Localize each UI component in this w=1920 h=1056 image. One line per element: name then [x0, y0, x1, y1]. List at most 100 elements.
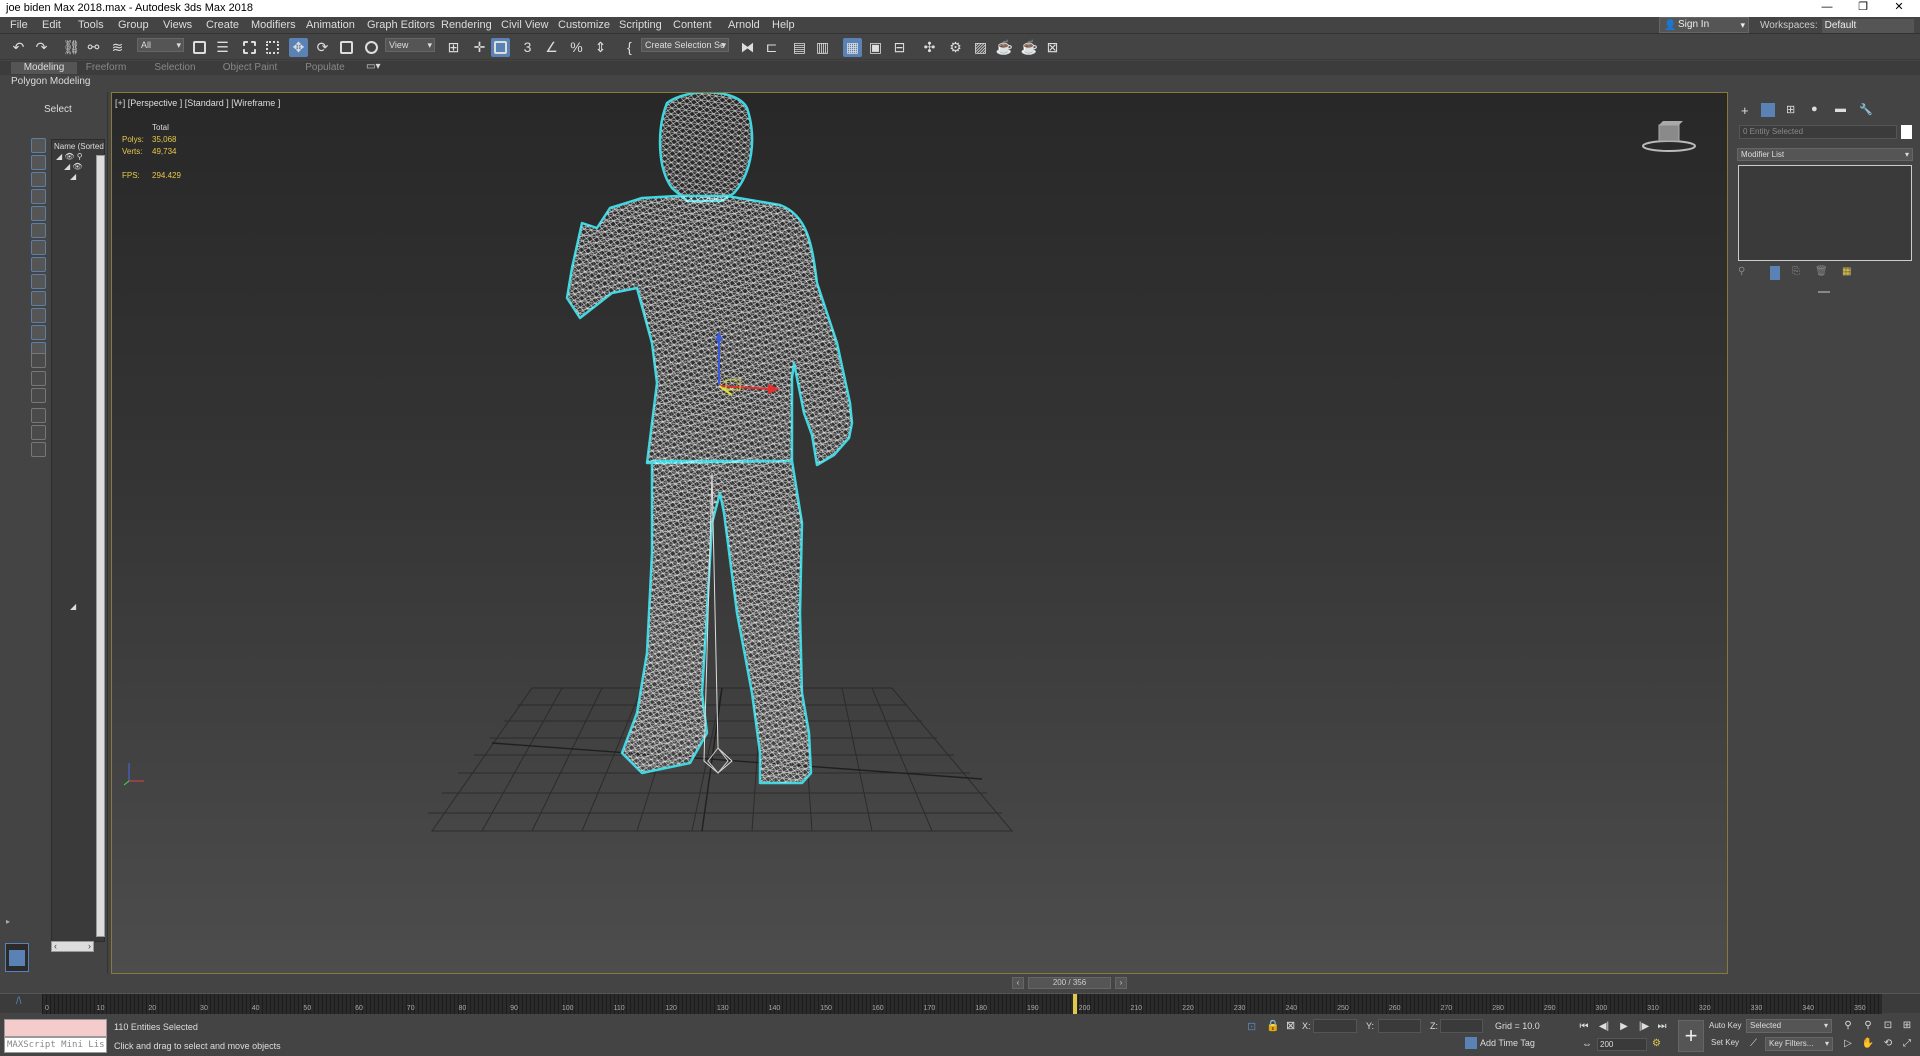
- orbit-icon[interactable]: ⟲: [1881, 1037, 1895, 1051]
- display-all-icon[interactable]: [31, 353, 46, 368]
- toggle-ribbon-icon[interactable]: ▦: [843, 38, 862, 57]
- render-iterative-icon[interactable]: ☕: [1020, 38, 1039, 57]
- create-tab-icon[interactable]: +: [1741, 103, 1755, 118]
- object-name-field[interactable]: 0 Entity Selected: [1739, 125, 1897, 139]
- perspective-viewport[interactable]: [+] [Perspective ] [Standard ] [Wirefram…: [111, 92, 1728, 974]
- menu-file[interactable]: File: [10, 19, 28, 31]
- angle-snap-icon[interactable]: ∠: [542, 38, 561, 57]
- modifier-stack[interactable]: [1738, 165, 1912, 261]
- menu-customize[interactable]: Customize: [558, 19, 610, 31]
- show-end-result-icon[interactable]: [1770, 266, 1780, 280]
- align-icon[interactable]: ⊏: [762, 38, 781, 57]
- menu-views[interactable]: Views: [163, 19, 192, 31]
- filter-icon[interactable]: [31, 425, 46, 440]
- select-object-icon[interactable]: [190, 38, 209, 57]
- display-containers-icon[interactable]: [31, 308, 46, 323]
- selection-filter-dropdown[interactable]: All: [137, 38, 184, 52]
- undo-icon[interactable]: ↶: [9, 38, 28, 57]
- z-coordinate-field[interactable]: [1440, 1019, 1483, 1033]
- make-unique-icon[interactable]: ⎘: [1792, 266, 1804, 280]
- workspaces-selector[interactable]: Workspaces: Default: [1760, 19, 1914, 33]
- redo-icon[interactable]: ↷: [32, 38, 51, 57]
- material-editor-icon[interactable]: ✣: [920, 38, 939, 57]
- display-helpers-icon[interactable]: [31, 223, 46, 238]
- menu-create[interactable]: Create: [206, 19, 239, 31]
- time-slider[interactable]: 200 / 356: [1028, 977, 1111, 989]
- motion-tab-icon[interactable]: ●: [1811, 103, 1825, 117]
- select-by-name-icon[interactable]: ☰: [213, 38, 232, 57]
- scroll-right-icon[interactable]: ›: [88, 942, 91, 951]
- menu-content[interactable]: Content: [673, 19, 712, 31]
- scene-expander-icon[interactable]: ◢: [70, 172, 76, 181]
- display-space-warps-icon[interactable]: [31, 240, 46, 255]
- rendered-frame-window-icon[interactable]: ▨: [971, 38, 990, 57]
- mirror-icon[interactable]: ⧓: [738, 38, 757, 57]
- display-none-all-icon[interactable]: [31, 371, 46, 386]
- expand-panel-icon[interactable]: ▸: [6, 917, 10, 926]
- ribbon-tab-freeform[interactable]: Freeform: [81, 62, 131, 74]
- edit-named-selection-icon[interactable]: {: [620, 38, 639, 57]
- time-configuration-icon[interactable]: ⚙: [1652, 1038, 1661, 1049]
- field-of-view-icon[interactable]: ▷: [1841, 1037, 1855, 1051]
- scene-child-row[interactable]: ◢ 👁: [64, 162, 83, 171]
- track-bar[interactable]: /\ 0 10 20 30 40 50 60 70 80 90 100 110 120 130 140 150…: [0, 993, 1920, 1014]
- schematic-view-icon[interactable]: ⊟: [890, 38, 909, 57]
- isolate-selection-icon[interactable]: ⊡: [1247, 1020, 1256, 1033]
- select-rotate-icon[interactable]: ⟳: [313, 38, 332, 57]
- maximize-viewport-icon[interactable]: ⤢: [1900, 1037, 1914, 1051]
- rect-selection-icon[interactable]: [240, 38, 259, 57]
- spinner-snap-icon[interactable]: ⇕: [591, 38, 610, 57]
- scene-root-row[interactable]: ◢ 👁 ⚲: [56, 152, 83, 161]
- go-to-start-icon[interactable]: ⏮: [1577, 1020, 1591, 1033]
- ribbon-tab-object-paint[interactable]: Object Paint: [220, 62, 280, 74]
- remove-modifier-icon[interactable]: 🗑: [1815, 266, 1828, 280]
- use-pivot-center-icon[interactable]: ⊞: [444, 38, 463, 57]
- add-time-tag-button[interactable]: Add Time Tag: [1465, 1037, 1535, 1049]
- pin-stack-icon[interactable]: ⚲: [1738, 266, 1750, 280]
- scene-expander-icon-2[interactable]: ◢: [70, 602, 76, 611]
- display-none-icon[interactable]: [31, 138, 46, 153]
- minimize-button[interactable]: —: [1812, 0, 1842, 17]
- display-cameras-icon[interactable]: [31, 206, 46, 221]
- object-color-swatch[interactable]: [1901, 125, 1912, 139]
- ribbon-tab-modeling[interactable]: Modeling: [11, 62, 77, 74]
- display-xrefs-icon[interactable]: [31, 274, 46, 289]
- modify-tab-icon[interactable]: [1761, 103, 1775, 117]
- next-frame-icon[interactable]: |▶: [1637, 1020, 1651, 1033]
- maxscript-listener-output[interactable]: [4, 1019, 107, 1037]
- previous-frame-icon[interactable]: ◀|: [1597, 1020, 1611, 1033]
- sign-in-button[interactable]: 👤 Sign In ▾: [1659, 17, 1749, 33]
- key-filters-button[interactable]: Key Filters...: [1765, 1037, 1833, 1051]
- menu-modifiers[interactable]: Modifiers: [251, 19, 296, 31]
- render-in-cloud-icon[interactable]: ⊠: [1043, 38, 1062, 57]
- ribbon-tab-selection[interactable]: Selection: [150, 62, 200, 74]
- select-move-icon[interactable]: ✥: [289, 38, 308, 57]
- unlink-icon[interactable]: ⚯: [84, 38, 103, 57]
- render-setup-icon[interactable]: ⚙: [946, 38, 965, 57]
- set-key-button[interactable]: Set Key: [1711, 1036, 1747, 1050]
- absolute-mode-icon[interactable]: ⊠: [1286, 1019, 1295, 1032]
- select-manipulate-icon[interactable]: ✛: [470, 38, 489, 57]
- y-coordinate-field[interactable]: [1378, 1019, 1421, 1033]
- zoom-icon[interactable]: ⚲: [1841, 1019, 1855, 1033]
- scroll-left-icon[interactable]: ‹: [54, 942, 57, 951]
- current-frame-field[interactable]: 200: [1597, 1038, 1647, 1051]
- menu-edit[interactable]: Edit: [42, 19, 61, 31]
- menu-graph-editors[interactable]: Graph Editors: [367, 19, 435, 31]
- invert-display-icon[interactable]: [31, 388, 46, 403]
- snaps-toggle-icon[interactable]: 3: [518, 38, 537, 57]
- x-coordinate-field[interactable]: [1313, 1019, 1357, 1033]
- bind-space-warp-icon[interactable]: ≋: [108, 38, 127, 57]
- keyboard-shortcut-override-icon[interactable]: [491, 38, 510, 57]
- render-production-icon[interactable]: ☕: [995, 38, 1014, 57]
- sync-selection-icon[interactable]: [31, 408, 46, 423]
- display-bones-icon[interactable]: [31, 291, 46, 306]
- scene-list-hscrollbar[interactable]: ‹ ›: [51, 941, 94, 952]
- prev-frame-arrow-icon[interactable]: ‹: [1012, 977, 1024, 989]
- utilities-tab-icon[interactable]: 🔧: [1859, 103, 1873, 117]
- hierarchy-tab-icon[interactable]: ⊞: [1786, 103, 1800, 117]
- toggle-scene-explorer-icon[interactable]: ▤: [790, 38, 809, 57]
- ribbon-options-icon[interactable]: ▭▾: [366, 61, 380, 72]
- go-to-end-icon[interactable]: ⏭: [1655, 1020, 1669, 1033]
- menu-rendering[interactable]: Rendering: [441, 19, 492, 31]
